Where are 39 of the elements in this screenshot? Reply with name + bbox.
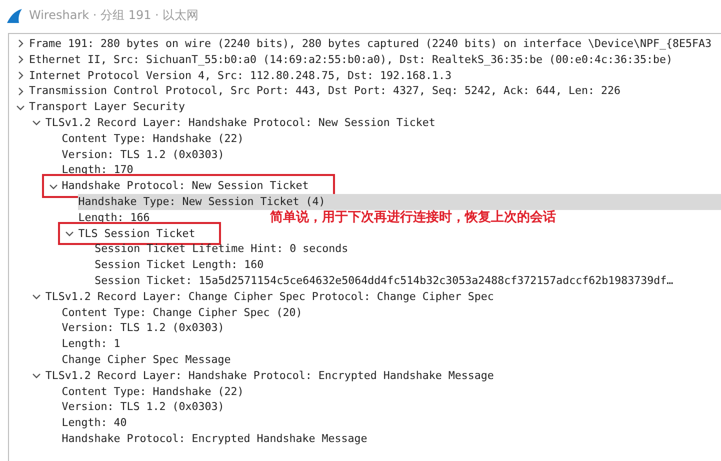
tree-item[interactable]: Version: TLS 1.2 (0x0303) bbox=[62, 146, 224, 162]
tree-item[interactable]: TLS Session Ticket bbox=[78, 226, 196, 242]
tree-item[interactable]: Ethernet II, Src: SichuanT_55:b0:a0 (14:69:a2:55:b0:a0), Dst: RealtekS_36:35:be (00:e0:4c:36:35:be) bbox=[29, 52, 673, 68]
tree-item[interactable]: Frame 191: 280 bytes on wire (2240 bits), 280 bytes captured (2240 bits) on interface \Device\NPF_{8E5FA3 bbox=[29, 36, 712, 52]
chevron-down-icon[interactable] bbox=[32, 118, 42, 128]
chevron-down-icon[interactable] bbox=[16, 102, 25, 112]
tree-item[interactable]: Handshake Protocol: Encrypted Handshake Message bbox=[62, 430, 368, 447]
tree-item[interactable]: Content Type: Handshake (22) bbox=[62, 130, 244, 147]
tree-item[interactable]: Session Ticket: 15a5d2571154c5ce64632e5064dd4fc514b32c3053a2488cf372157adccf62b1983739df… bbox=[94, 272, 674, 289]
chevron-down-icon[interactable] bbox=[32, 292, 42, 302]
tree-item[interactable]: TLSv1.2 Record Layer: Handshake Protocol: New Session Ticket bbox=[45, 114, 436, 131]
chevron-right-icon[interactable] bbox=[16, 39, 25, 48]
tree-item[interactable]: Transport Layer Security bbox=[29, 99, 186, 115]
tree-item[interactable]: Length: 40 bbox=[62, 415, 127, 431]
tree-item[interactable]: TLSv1.2 Record Layer: Change Cipher Spec Protocol: Change Cipher Spec bbox=[45, 288, 494, 305]
tree-item[interactable]: Transmission Control Protocol, Src Port: 443, Dst Port: 4327, Seq: 5242, Ack: 644, Len: 226 bbox=[29, 83, 621, 100]
tree-item[interactable]: Length: 170 bbox=[62, 162, 134, 178]
tree-item[interactable]: Handshake Type: New Session Ticket (4) bbox=[78, 194, 721, 210]
shark-fin-icon bbox=[6, 8, 23, 24]
tree-item[interactable]: Internet Protocol Version 4, Src: 112.80.248.75, Dst: 192.168.1.3 bbox=[29, 68, 452, 84]
tree-item[interactable]: Content Type: Handshake (22) bbox=[62, 384, 244, 400]
chevron-down-icon[interactable] bbox=[48, 182, 58, 191]
tree-item[interactable]: Session Ticket Length: 160 bbox=[94, 257, 264, 273]
tree-item[interactable]: Length: 166 bbox=[78, 210, 150, 226]
tree-item[interactable]: Handshake Protocol: New Session Ticket bbox=[62, 178, 309, 194]
tree-item[interactable]: Session Ticket Lifetime Hint: 0 seconds bbox=[94, 241, 348, 258]
chevron-right-icon[interactable] bbox=[16, 86, 25, 96]
chevron-down-icon[interactable] bbox=[32, 371, 42, 380]
tree-item[interactable]: TLSv1.2 Record Layer: Handshake Protocol: Encrypted Handshake Message bbox=[45, 368, 494, 384]
annotation-text: 简单说，用于下次再进行连接时，恢复上次的会话 bbox=[270, 208, 556, 226]
tree-item[interactable]: Content Type: Change Cipher Spec (20) bbox=[62, 304, 302, 320]
tree-item[interactable]: Version: TLS 1.2 (0x0303) bbox=[62, 399, 224, 416]
window-title: Wireshark · 分组 191 · 以太网 bbox=[29, 7, 199, 24]
chevron-right-icon[interactable] bbox=[16, 70, 25, 80]
chevron-right-icon[interactable] bbox=[16, 55, 25, 64]
chevron-down-icon[interactable] bbox=[65, 228, 74, 238]
tree-item[interactable]: Change Cipher Spec Message bbox=[62, 352, 231, 368]
tree-item[interactable]: Length: 1 bbox=[62, 336, 120, 352]
tree-item[interactable]: Version: TLS 1.2 (0x0303) bbox=[62, 320, 224, 336]
